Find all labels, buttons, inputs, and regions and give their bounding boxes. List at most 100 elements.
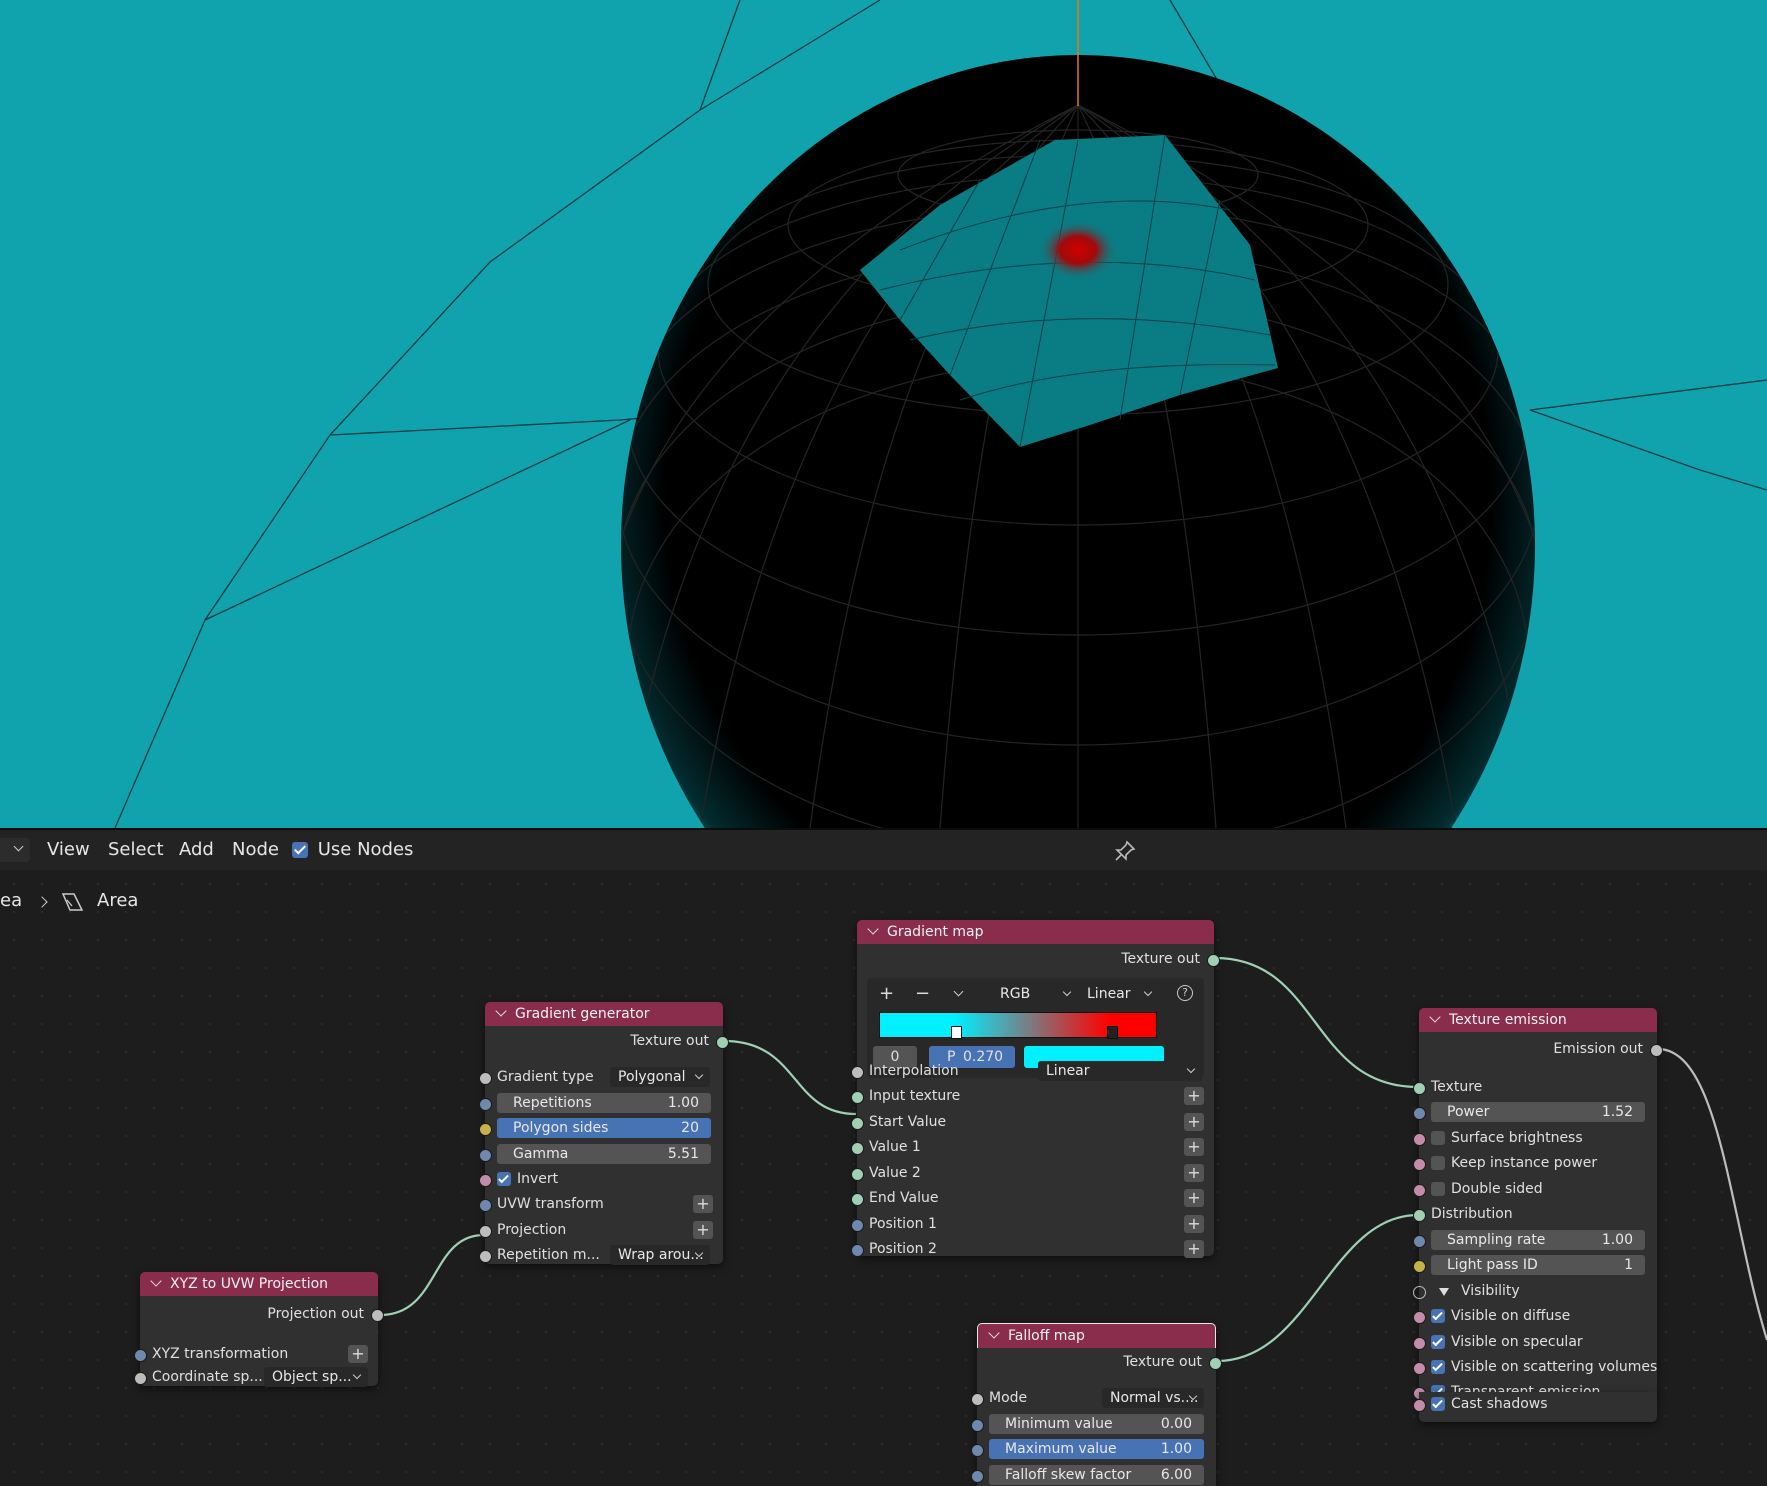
add-stop-icon[interactable]: + bbox=[879, 983, 894, 1004]
repetition-mode-dropdown[interactable]: Wrap arou... bbox=[610, 1245, 710, 1265]
input-socket[interactable] bbox=[851, 1193, 864, 1206]
render-viewport[interactable] bbox=[0, 0, 1767, 828]
output-socket[interactable] bbox=[371, 1309, 384, 1322]
menu-node[interactable]: Node bbox=[232, 839, 279, 860]
ramp-stop-handle[interactable] bbox=[951, 1026, 962, 1039]
collapse-chevron-icon[interactable] bbox=[495, 1005, 507, 1017]
ramp-interpolation-dropdown[interactable]: Linear bbox=[1079, 984, 1159, 1004]
ramp-menu-chevron-icon[interactable] bbox=[953, 986, 964, 997]
keep-instance-power-checkbox[interactable] bbox=[1431, 1156, 1445, 1170]
power-field[interactable]: Power 1.52 bbox=[1431, 1102, 1645, 1122]
collapse-chevron-icon[interactable] bbox=[867, 923, 879, 935]
input-socket[interactable] bbox=[1413, 1235, 1426, 1248]
breadcrumb-parent[interactable]: ea bbox=[0, 890, 22, 911]
input-socket[interactable] bbox=[1413, 1311, 1426, 1324]
visible-on-specular-checkbox[interactable] bbox=[1431, 1335, 1445, 1349]
add-texture-button[interactable]: + bbox=[1184, 1215, 1204, 1233]
mode-dropdown[interactable]: Normal vs.... bbox=[1102, 1388, 1204, 1408]
input-socket[interactable] bbox=[1413, 1184, 1426, 1197]
node-header[interactable]: Gradient generator bbox=[485, 1002, 723, 1026]
collapse-chevron-icon[interactable] bbox=[1429, 1011, 1441, 1023]
double-sided-checkbox[interactable] bbox=[1431, 1182, 1445, 1196]
input-socket[interactable] bbox=[851, 1219, 864, 1232]
input-socket[interactable] bbox=[479, 1250, 492, 1263]
light-pass-id-field[interactable]: Light pass ID 1 bbox=[1431, 1255, 1645, 1275]
remove-stop-icon[interactable]: − bbox=[915, 983, 930, 1004]
input-socket[interactable] bbox=[479, 1199, 492, 1212]
input-socket[interactable] bbox=[134, 1372, 147, 1385]
coordinate-space-dropdown[interactable]: Object sp... bbox=[264, 1367, 368, 1387]
add-texture-button[interactable]: + bbox=[1184, 1087, 1204, 1105]
node-gradient-map[interactable]: Gradient map Texture out + − RGB Linear … bbox=[851, 920, 1220, 1258]
collapse-chevron-icon[interactable] bbox=[150, 1275, 162, 1287]
help-icon[interactable]: ? bbox=[1177, 985, 1193, 1001]
input-socket[interactable] bbox=[971, 1393, 984, 1406]
input-socket[interactable] bbox=[851, 1244, 864, 1257]
visible-on-diffuse-checkbox[interactable] bbox=[1431, 1309, 1445, 1323]
ramp-color-mode-dropdown[interactable]: RGB bbox=[992, 984, 1078, 1004]
output-socket[interactable] bbox=[716, 1036, 729, 1049]
input-socket[interactable] bbox=[1413, 1399, 1426, 1412]
input-socket[interactable] bbox=[479, 1098, 492, 1111]
node-texture-emission[interactable]: Texture emission Emission out Texture Po… bbox=[1413, 1008, 1663, 1400]
input-socket[interactable] bbox=[1413, 1082, 1426, 1095]
input-socket[interactable] bbox=[1413, 1209, 1426, 1222]
surface-brightness-checkbox[interactable] bbox=[1431, 1131, 1445, 1145]
add-texture-button[interactable]: + bbox=[1184, 1164, 1204, 1182]
input-socket[interactable] bbox=[851, 1091, 864, 1104]
maximum-value-field[interactable]: Maximum value 1.00 bbox=[989, 1439, 1204, 1459]
input-socket[interactable] bbox=[1413, 1286, 1426, 1299]
node-xyz-to-uvw[interactable]: XYZ to UVW Projection Projection out XYZ… bbox=[134, 1272, 384, 1387]
collapse-chevron-icon[interactable] bbox=[988, 1327, 1000, 1339]
output-socket[interactable] bbox=[1650, 1044, 1663, 1057]
input-socket[interactable] bbox=[479, 1174, 492, 1187]
add-texture-button[interactable]: + bbox=[693, 1195, 713, 1213]
add-texture-button[interactable]: + bbox=[693, 1221, 713, 1239]
input-socket[interactable] bbox=[851, 1117, 864, 1130]
node-header[interactable]: Texture emission bbox=[1419, 1008, 1657, 1032]
cast-shadows-checkbox[interactable] bbox=[1431, 1397, 1445, 1411]
input-socket[interactable] bbox=[1413, 1362, 1426, 1375]
menu-view[interactable]: View bbox=[47, 839, 90, 860]
expand-triangle-icon[interactable] bbox=[1439, 1288, 1449, 1296]
falloff-skew-field[interactable]: Falloff skew factor 6.00 bbox=[989, 1465, 1204, 1485]
invert-checkbox[interactable] bbox=[497, 1172, 511, 1186]
input-socket[interactable] bbox=[1413, 1133, 1426, 1146]
input-socket[interactable] bbox=[851, 1142, 864, 1155]
use-nodes-checkbox[interactable] bbox=[292, 842, 308, 858]
menu-add[interactable]: Add bbox=[179, 839, 214, 860]
add-texture-button[interactable]: + bbox=[1184, 1240, 1204, 1258]
interpolation-dropdown[interactable]: Linear bbox=[1038, 1061, 1202, 1081]
minimum-value-field[interactable]: Minimum value 0.00 bbox=[989, 1414, 1204, 1434]
gamma-field[interactable]: Gamma 5.51 bbox=[497, 1144, 711, 1164]
input-socket[interactable] bbox=[479, 1072, 492, 1085]
node-falloff-map[interactable]: Falloff map Texture out Mode Normal vs...… bbox=[971, 1323, 1222, 1486]
input-socket[interactable] bbox=[479, 1123, 492, 1136]
input-socket[interactable] bbox=[1413, 1337, 1426, 1350]
sampling-rate-field[interactable]: Sampling rate 1.00 bbox=[1431, 1230, 1645, 1250]
repetitions-field[interactable]: Repetitions 1.00 bbox=[497, 1093, 711, 1113]
input-socket[interactable] bbox=[479, 1149, 492, 1162]
editor-type-dropdown[interactable] bbox=[0, 838, 30, 862]
input-socket[interactable] bbox=[1413, 1107, 1426, 1120]
input-socket[interactable] bbox=[851, 1066, 864, 1079]
menu-select[interactable]: Select bbox=[108, 839, 164, 860]
input-socket[interactable] bbox=[971, 1419, 984, 1432]
input-socket[interactable] bbox=[971, 1470, 984, 1483]
gradient-type-dropdown[interactable]: Polygonal bbox=[610, 1067, 710, 1087]
pin-icon[interactable] bbox=[1114, 840, 1136, 867]
polygon-sides-field[interactable]: Polygon sides 20 bbox=[497, 1118, 711, 1138]
output-socket[interactable] bbox=[1207, 954, 1220, 967]
input-socket[interactable] bbox=[971, 1444, 984, 1457]
use-nodes-toggle[interactable]: Use Nodes bbox=[292, 839, 413, 860]
input-socket[interactable] bbox=[1413, 1260, 1426, 1273]
input-socket[interactable] bbox=[479, 1225, 492, 1238]
node-canvas[interactable]: ea Area XYZ to UVW Projection Projection… bbox=[0, 870, 1767, 1486]
node-gradient-generator[interactable]: Gradient generator Texture out Gradient … bbox=[479, 1002, 729, 1265]
ramp-stop-handle[interactable] bbox=[1107, 1026, 1118, 1039]
panel-label[interactable]: Visibility bbox=[1461, 1279, 1520, 1303]
visible-on-scattering-checkbox[interactable] bbox=[1431, 1360, 1445, 1374]
add-texture-button[interactable]: + bbox=[1184, 1113, 1204, 1131]
input-socket[interactable] bbox=[134, 1349, 147, 1362]
node-header[interactable]: XYZ to UVW Projection bbox=[140, 1272, 378, 1296]
